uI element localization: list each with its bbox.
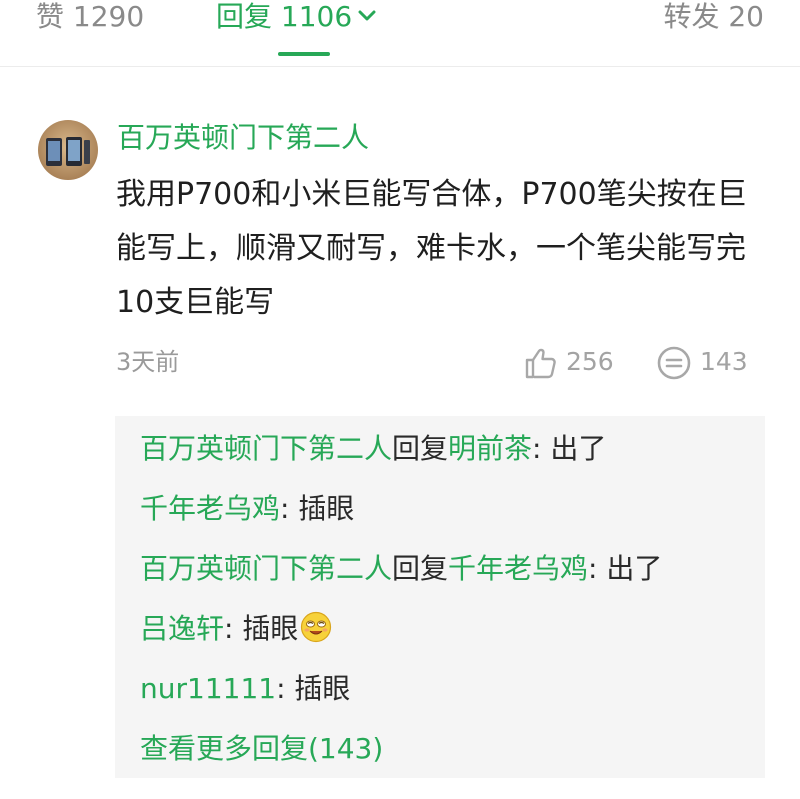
tab-likes[interactable]: 赞 1290 xyxy=(36,0,144,34)
reply-text: : 插眼 xyxy=(224,612,299,645)
more-replies-link[interactable]: 查看更多回复(143) xyxy=(140,732,383,765)
reply-item[interactable]: 千年老乌鸡: 插眼 xyxy=(140,489,354,529)
replies-panel: 百万英顿门下第二人回复明前茶: 出了 千年老乌鸡: 插眼 百万英顿门下第二人回复… xyxy=(115,416,765,778)
reply-count: 143 xyxy=(700,347,748,376)
reply-item[interactable]: 百万英顿门下第二人回复千年老乌鸡: 出了 xyxy=(140,549,662,589)
thumbs-up-icon xyxy=(525,348,556,379)
tab-shares-label: 转发 20 xyxy=(663,0,764,33)
tab-likes-label: 赞 1290 xyxy=(36,0,145,33)
reply-verb: 回复 xyxy=(392,432,449,465)
tab-replies-label: 回复 1106 xyxy=(216,0,353,33)
reply-item[interactable]: 百万英顿门下第二人回复明前茶: 出了 xyxy=(140,429,606,469)
reply-text: : 出了 xyxy=(532,432,607,465)
avatar[interactable] xyxy=(38,120,98,180)
like-button[interactable]: 256 xyxy=(524,342,614,382)
reply-button[interactable]: 143 xyxy=(656,342,748,382)
reply-user[interactable]: nur11111 xyxy=(140,672,276,705)
chevron-down-icon xyxy=(358,10,376,21)
reply-user[interactable]: 千年老乌鸡 xyxy=(140,492,280,525)
tab-shares[interactable]: 转发 20 xyxy=(663,0,764,34)
reply-item[interactable]: nur11111: 插眼 xyxy=(140,669,350,709)
reply-user[interactable]: 吕逸轩 xyxy=(140,612,224,645)
reply-text: : 插眼 xyxy=(280,492,355,525)
tab-bar: 赞 1290 回复 1106 转发 20 xyxy=(0,0,800,67)
reply-target[interactable]: 千年老乌鸡 xyxy=(448,552,588,585)
like-count: 256 xyxy=(566,347,614,376)
reply-user[interactable]: 百万英顿门下第二人 xyxy=(140,552,392,585)
reply-text: : 出了 xyxy=(588,552,663,585)
reply-target[interactable]: 明前茶 xyxy=(448,432,532,465)
reply-text: : 插眼 xyxy=(276,672,351,705)
active-tab-indicator xyxy=(278,52,330,56)
reply-verb: 回复 xyxy=(392,552,449,585)
comment-author[interactable]: 百万英顿门下第二人 xyxy=(117,120,369,156)
reply-user[interactable]: 百万英顿门下第二人 xyxy=(140,432,392,465)
comment-time: 3天前 xyxy=(116,348,180,376)
smiley-emoji xyxy=(301,611,332,643)
avatar-image xyxy=(38,120,98,180)
tab-replies[interactable]: 回复 1106 xyxy=(216,0,376,34)
more-replies-row: 查看更多回复(143) xyxy=(140,729,383,769)
comment-text: 我用P700和小米巨能写合体，P700笔尖按在巨能写上，顺滑又耐写，难卡水，一个… xyxy=(116,177,747,320)
comment-icon xyxy=(657,346,691,380)
reply-item[interactable]: 吕逸轩: 插眼 xyxy=(140,609,332,649)
